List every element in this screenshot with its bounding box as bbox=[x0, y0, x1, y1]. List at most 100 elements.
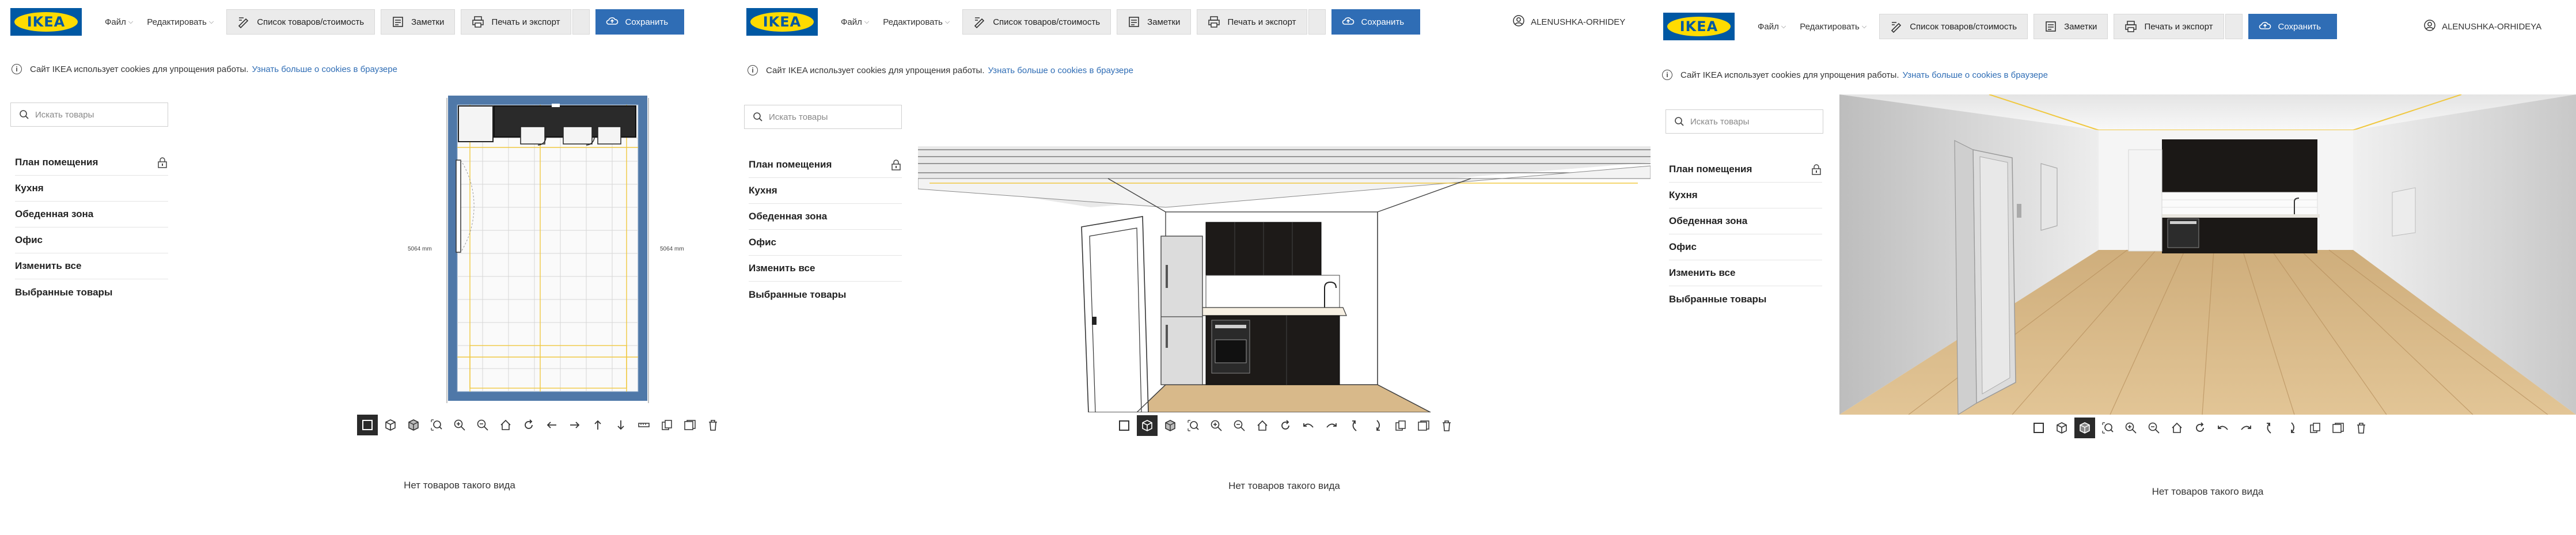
cookie-link[interactable]: Узнать больше о cookies в браузере bbox=[1903, 70, 2048, 80]
lock-icon[interactable] bbox=[1811, 164, 1822, 175]
print-export-button[interactable]: Печать и экспорт bbox=[2114, 14, 2224, 39]
nav-selected-items[interactable]: Выбранные товары bbox=[749, 282, 902, 308]
ikea-logo[interactable]: IKEA bbox=[10, 8, 82, 36]
orbit-right-icon[interactable] bbox=[2236, 418, 2256, 438]
view-3d-button[interactable] bbox=[1137, 415, 1158, 436]
menu-edit[interactable]: Редактировать ⌵ bbox=[883, 17, 950, 27]
trash-icon[interactable] bbox=[703, 415, 723, 435]
zoom-fit-icon[interactable] bbox=[2097, 418, 2118, 438]
nav-dining[interactable]: Обеденная зона bbox=[1669, 208, 1822, 234]
view-3d-button[interactable] bbox=[2051, 418, 2072, 438]
nav-selected-items[interactable]: Выбранные товары bbox=[15, 279, 168, 305]
notes-button[interactable]: Заметки bbox=[1117, 9, 1192, 35]
measure-icon[interactable] bbox=[633, 415, 654, 435]
copy-icon[interactable] bbox=[1390, 415, 1411, 436]
zoom-in-icon[interactable] bbox=[1206, 415, 1227, 436]
nav-selected-items[interactable]: Выбранные товары bbox=[1669, 286, 1822, 312]
dropdown-toggle[interactable] bbox=[2225, 14, 2243, 39]
door-plan[interactable] bbox=[456, 160, 461, 253]
home-icon[interactable] bbox=[2167, 418, 2187, 438]
3d-view-canvas[interactable] bbox=[917, 92, 1651, 413]
tilt-down-icon[interactable] bbox=[2282, 418, 2302, 438]
view-3d-solid-button[interactable] bbox=[1160, 415, 1181, 436]
zoom-out-icon[interactable] bbox=[2143, 418, 2164, 438]
tilt-up-icon[interactable] bbox=[1344, 415, 1365, 436]
product-list-button[interactable]: Список товаров/стоимость bbox=[1879, 14, 2028, 39]
view-3d-solid-button[interactable] bbox=[2074, 418, 2095, 438]
lock-icon[interactable] bbox=[890, 159, 902, 170]
nav-edit-all[interactable]: Изменить все bbox=[1669, 260, 1822, 286]
home-icon[interactable] bbox=[495, 415, 516, 435]
save-button[interactable]: Сохранить bbox=[595, 9, 685, 35]
search-input[interactable]: Искать товары bbox=[10, 103, 168, 127]
search-input[interactable]: Искать товары bbox=[744, 105, 902, 129]
dropdown-toggle[interactable] bbox=[1308, 9, 1326, 35]
nav-dining[interactable]: Обеденная зона bbox=[15, 202, 168, 227]
copy-icon[interactable] bbox=[657, 415, 677, 435]
dropdown-toggle[interactable] bbox=[572, 9, 590, 35]
rotate-icon[interactable] bbox=[1275, 415, 1296, 436]
lock-icon[interactable] bbox=[157, 157, 168, 168]
menu-file[interactable]: Файл ⌵ bbox=[105, 17, 133, 27]
arrow-left-icon[interactable] bbox=[541, 415, 562, 435]
upper-cabinets-3d[interactable] bbox=[2162, 139, 2317, 192]
floorplan-canvas[interactable]: 5064 mm 5064 mm bbox=[183, 92, 736, 412]
view-3d-button[interactable] bbox=[380, 415, 401, 435]
home-icon[interactable] bbox=[1252, 415, 1273, 436]
copy-icon[interactable] bbox=[2305, 418, 2325, 438]
rotate-icon[interactable] bbox=[518, 415, 539, 435]
rotate-icon[interactable] bbox=[2190, 418, 2210, 438]
menu-file[interactable]: Файл ⌵ bbox=[841, 17, 869, 27]
nav-kitchen[interactable]: Кухня bbox=[15, 176, 168, 202]
door-3d[interactable] bbox=[1081, 216, 1149, 413]
nav-room-plan[interactable]: План помещения bbox=[1669, 157, 1822, 183]
print-export-button[interactable]: Печать и экспорт bbox=[1197, 9, 1307, 35]
zoom-out-icon[interactable] bbox=[1229, 415, 1250, 436]
nav-kitchen[interactable]: Кухня bbox=[1669, 183, 1822, 208]
nav-edit-all[interactable]: Изменить все bbox=[15, 253, 168, 279]
duplicate-icon[interactable] bbox=[2328, 418, 2349, 438]
arrow-right-icon[interactable] bbox=[564, 415, 585, 435]
nav-room-plan[interactable]: План помещения bbox=[15, 150, 168, 176]
view-2d-button[interactable] bbox=[357, 415, 378, 435]
search-input[interactable]: Искать товары bbox=[1666, 109, 1823, 134]
view-2d-button[interactable] bbox=[1114, 415, 1135, 436]
tilt-down-icon[interactable] bbox=[1367, 415, 1388, 436]
tilt-up-icon[interactable] bbox=[2259, 418, 2279, 438]
save-button[interactable]: Сохранить bbox=[2248, 14, 2338, 39]
arrow-down-icon[interactable] bbox=[610, 415, 631, 435]
fridge-plan[interactable] bbox=[458, 105, 494, 142]
ikea-logo[interactable]: IKEA bbox=[746, 8, 818, 36]
product-list-button[interactable]: Список товаров/стоимость bbox=[226, 9, 375, 35]
arrow-up-icon[interactable] bbox=[587, 415, 608, 435]
duplicate-icon[interactable] bbox=[1413, 415, 1434, 436]
nav-room-plan[interactable]: План помещения bbox=[749, 152, 902, 178]
nav-dining[interactable]: Обеденная зона bbox=[749, 204, 902, 230]
menu-file[interactable]: Файл ⌵ bbox=[1758, 22, 1786, 32]
menu-edit[interactable]: Редактировать ⌵ bbox=[1800, 22, 1866, 32]
cookie-link[interactable]: Узнать больше о cookies в браузере bbox=[252, 64, 397, 74]
print-export-button[interactable]: Печать и экспорт bbox=[461, 9, 571, 35]
orbit-left-icon[interactable] bbox=[1298, 415, 1319, 436]
nav-edit-all[interactable]: Изменить все bbox=[749, 256, 902, 282]
zoom-out-icon[interactable] bbox=[472, 415, 493, 435]
cookie-link[interactable]: Узнать больше о cookies в браузере bbox=[988, 66, 1133, 75]
notes-button[interactable]: Заметки bbox=[2034, 14, 2108, 39]
menu-edit[interactable]: Редактировать ⌵ bbox=[147, 17, 214, 27]
ikea-logo[interactable]: IKEA bbox=[1663, 13, 1735, 40]
nav-kitchen[interactable]: Кухня bbox=[749, 178, 902, 204]
nav-office[interactable]: Офис bbox=[749, 230, 902, 256]
view-2d-button[interactable] bbox=[2028, 418, 2049, 438]
zoom-fit-icon[interactable] bbox=[1183, 415, 1204, 436]
view-3d-solid-button[interactable] bbox=[403, 415, 424, 435]
nav-office[interactable]: Офис bbox=[15, 227, 168, 253]
save-button[interactable]: Сохранить bbox=[1331, 9, 1421, 35]
trash-icon[interactable] bbox=[1436, 415, 1457, 436]
user-account[interactable]: ALENUSHKA-ORHIDEYA bbox=[2423, 19, 2541, 34]
zoom-in-icon[interactable] bbox=[449, 415, 470, 435]
trash-icon[interactable] bbox=[2351, 418, 2372, 438]
3d-render-canvas[interactable] bbox=[1839, 94, 2576, 416]
zoom-fit-icon[interactable] bbox=[426, 415, 447, 435]
user-account[interactable]: ALENUSHKA-ORHIDEY bbox=[1512, 14, 1625, 29]
zoom-in-icon[interactable] bbox=[2120, 418, 2141, 438]
